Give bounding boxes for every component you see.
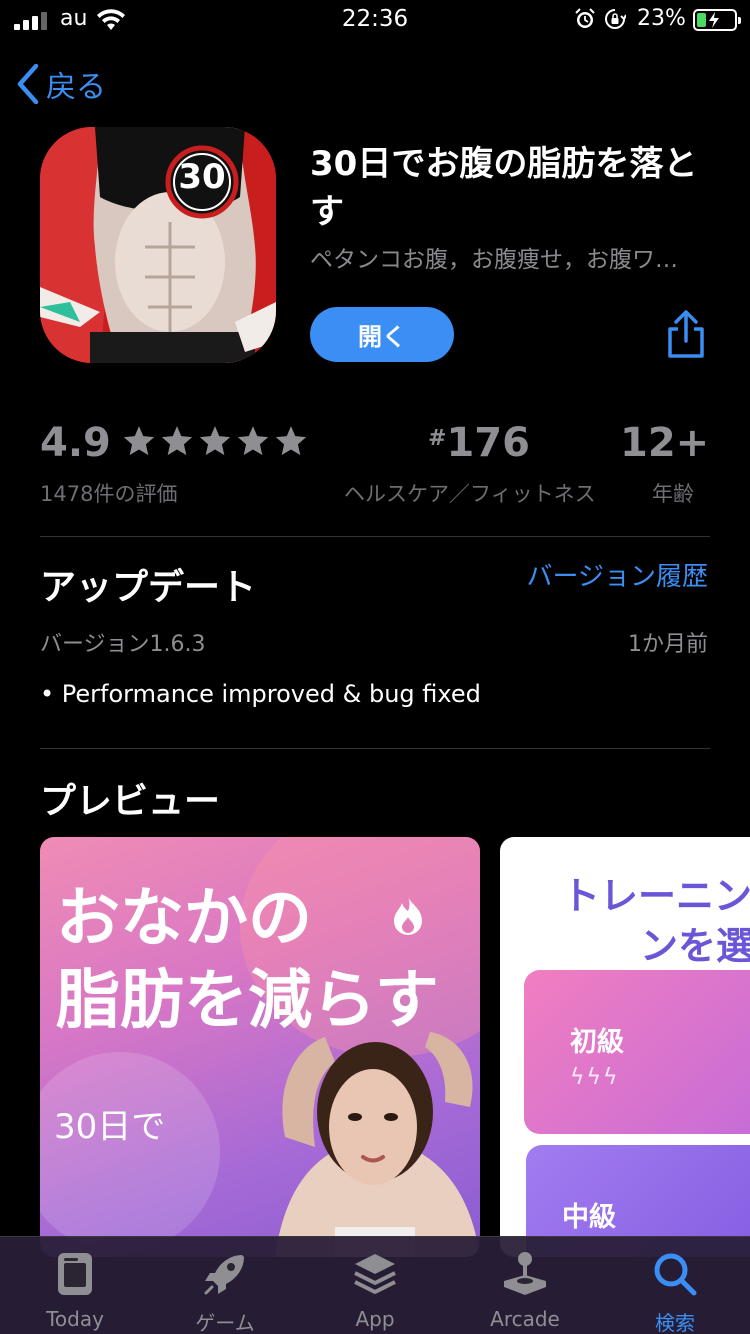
tab-today[interactable]: Today (0, 1237, 150, 1334)
back-label: 戻る (46, 70, 106, 105)
tab-games[interactable]: ゲーム (150, 1237, 300, 1334)
app-icon-badge: 30 (178, 157, 226, 197)
open-button[interactable]: 開く (310, 307, 454, 362)
share-icon[interactable] (664, 309, 708, 359)
preview-days-label: 30日で (54, 1107, 166, 1147)
rank-hash: # (428, 426, 447, 451)
update-section-title: アップデート (40, 567, 257, 608)
today-icon (58, 1253, 92, 1295)
battery-charging-icon (693, 9, 741, 31)
chart-rank[interactable]: #176 (428, 420, 530, 466)
flame-icon (394, 897, 422, 935)
star-icon (275, 426, 307, 456)
chevron-left-icon (17, 64, 39, 104)
rotation-lock-icon (605, 9, 626, 29)
rating-value: 4.9 (40, 420, 111, 466)
preview2-headline-2: ンを選 (640, 924, 750, 968)
app-icon: 30 (40, 127, 276, 363)
tab-label: App (355, 1307, 395, 1331)
star-rating (122, 424, 312, 462)
version-label: バージョン1.6.3 (40, 632, 206, 657)
search-icon (654, 1253, 697, 1296)
back-button[interactable]: 戻る (16, 62, 106, 106)
level-label: 初級 (570, 1027, 624, 1058)
joystick-icon (504, 1252, 546, 1295)
intensity-bolts: ϟϟϟ (570, 1065, 620, 1090)
level-label: 中級 (562, 1202, 616, 1233)
status-bar: au 22:36 23% (0, 0, 750, 40)
tab-search[interactable]: 検索 (600, 1237, 750, 1334)
tab-apps[interactable]: App (300, 1237, 450, 1334)
release-notes: • Performance improved & bug fixed (40, 680, 481, 708)
star-icon (161, 426, 193, 456)
preview-screenshot-2[interactable]: トレーニン ンを選 初級 ϟϟϟ 中級 (500, 837, 750, 1257)
battery-percent: 23% (637, 6, 686, 31)
version-history-link[interactable]: バージョン履歴 (527, 556, 708, 593)
tab-label: 検索 (655, 1311, 695, 1334)
app-subtitle: ペタンコお腹，お腹痩せ，お腹ワ… (310, 247, 678, 273)
preview2-headline-1: トレーニン (562, 874, 750, 918)
divider (40, 536, 710, 537)
tab-bar: Today ゲーム App Arcade 検索 (0, 1236, 750, 1334)
tab-arcade[interactable]: Arcade (450, 1237, 600, 1334)
tab-label: Today (46, 1307, 104, 1331)
preview-headline-1: おなかの (56, 882, 312, 956)
rocket-icon (204, 1255, 244, 1295)
age-label: 年齢 (652, 482, 694, 506)
preview-section-title: プレビュー (40, 781, 221, 822)
layers-icon (354, 1254, 396, 1294)
preview-screenshot-1[interactable]: おなかの 脂肪を減らす 30日で (40, 837, 480, 1257)
level-card-beginner: 初級 ϟϟϟ (524, 970, 750, 1134)
alarm-icon (575, 8, 595, 28)
updated-date: 1か月前 (628, 632, 708, 657)
app-title: 30日でお腹の脂肪を落とす (310, 144, 698, 232)
model-photo (275, 1032, 480, 1257)
star-icon (123, 426, 155, 456)
tab-label: Arcade (490, 1307, 560, 1331)
star-icon (237, 426, 269, 456)
rating-summary[interactable]: 4.9 (40, 420, 312, 466)
rank-value: 176 (446, 420, 530, 466)
star-icon (199, 426, 231, 456)
rank-category: ヘルスケア／フィットネス (344, 482, 596, 506)
rating-count: 1478件の評価 (40, 482, 178, 506)
age-rating[interactable]: 12+ (620, 420, 709, 466)
tab-label: ゲーム (195, 1311, 255, 1334)
divider (40, 748, 710, 749)
